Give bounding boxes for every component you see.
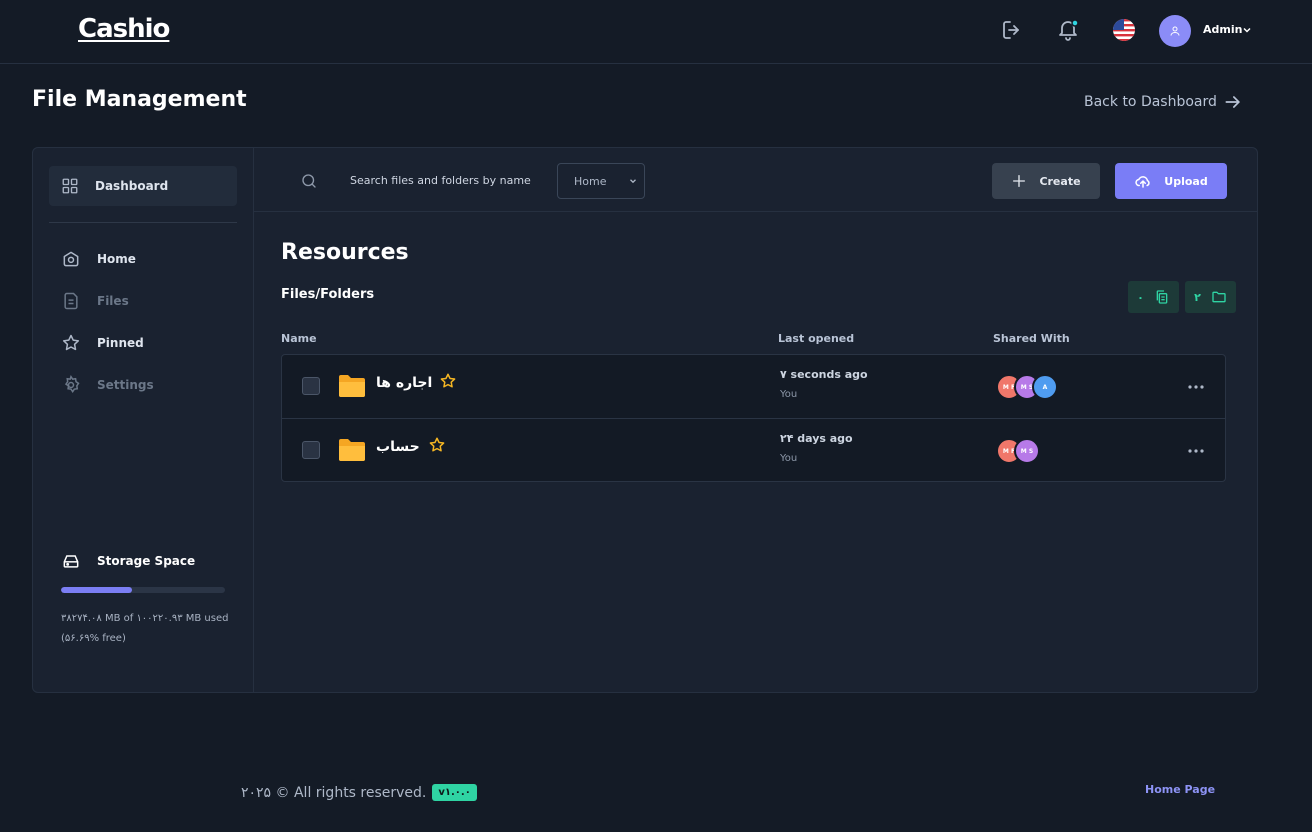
sidebar-item-label: Home <box>97 252 136 266</box>
user-icon <box>1170 26 1180 36</box>
sidebar-item-dashboard[interactable]: Dashboard <box>49 166 237 206</box>
search-input[interactable] <box>350 170 550 190</box>
table-row[interactable]: حساب ۲۴ days ago You M F M S <box>282 418 1225 481</box>
section-title: Resources <box>281 240 409 265</box>
search-icon[interactable] <box>300 172 318 190</box>
file-name[interactable]: اجاره ها <box>376 375 432 391</box>
top-bar: Cashio Admin <box>0 0 1312 64</box>
star-icon[interactable] <box>439 372 457 390</box>
arrow-right-icon <box>1225 96 1240 108</box>
location-select-value: Home <box>574 174 607 188</box>
create-button[interactable]: Create <box>992 163 1100 199</box>
files-icon <box>64 292 78 310</box>
files-table: اجاره ها ۷ seconds ago You M F M S A حسا… <box>281 354 1226 482</box>
folder-outline-icon <box>1212 291 1226 303</box>
location-select[interactable]: Home <box>557 163 645 199</box>
upload-button[interactable]: Upload <box>1115 163 1227 199</box>
sidebar-item-label: Files <box>97 294 129 308</box>
back-link-label: Back to Dashboard <box>1084 94 1217 110</box>
logo[interactable]: Cashio <box>78 14 170 44</box>
copy-files-icon <box>1156 290 1168 304</box>
storage-title-label: Storage Space <box>97 554 196 568</box>
file-manager-card: Dashboard Home Files Pinned Settings Sto… <box>32 147 1258 693</box>
cloud-upload-icon <box>1135 176 1150 188</box>
home-icon <box>63 251 79 267</box>
back-to-dashboard-link[interactable]: Back to Dashboard <box>1084 92 1243 112</box>
footer-copyright: ۲۰۲۵ © All rights reserved. v۱.۰.۰ <box>241 784 477 801</box>
last-opened-time: ۷ seconds ago <box>780 368 868 381</box>
gear-icon <box>64 375 80 394</box>
user-name[interactable]: Admin <box>1203 23 1242 36</box>
toolbar: Home Create Upload <box>254 148 1257 212</box>
bell-icon[interactable] <box>1056 18 1080 42</box>
file-count: ۰ <box>1137 290 1144 304</box>
copyright-text: ۲۰۲۵ © All rights reserved. <box>241 784 427 801</box>
sidebar-divider <box>49 222 237 223</box>
sidebar-item-label: Pinned <box>97 336 144 350</box>
folder-icon <box>339 375 365 397</box>
more-options-icon[interactable] <box>1187 384 1205 390</box>
home-page-link[interactable]: Home Page <box>1145 783 1215 796</box>
logout-icon[interactable] <box>1000 18 1024 42</box>
last-opened-by: You <box>780 453 798 464</box>
sidebar-item-files[interactable]: Files <box>61 291 129 311</box>
sidebar-item-label: Dashboard <box>95 179 169 193</box>
plus-icon <box>1013 175 1026 187</box>
sidebar-item-home[interactable]: Home <box>61 249 136 269</box>
storage-title: Storage Space <box>61 551 195 571</box>
column-header-shared-with: Shared With <box>993 332 1070 345</box>
upload-button-label: Upload <box>1164 174 1208 188</box>
hard-drive-icon <box>63 555 79 568</box>
star-icon <box>62 334 80 351</box>
storage-progress-bar <box>61 587 225 593</box>
sidebar-item-settings[interactable]: Settings <box>61 375 154 395</box>
more-options-icon[interactable] <box>1187 448 1205 454</box>
chevron-down-icon <box>630 179 637 184</box>
star-icon[interactable] <box>428 436 446 454</box>
create-button-label: Create <box>1039 174 1081 188</box>
column-header-name: Name <box>281 332 317 345</box>
grid-icon <box>62 178 78 194</box>
storage-usage-text: ۳۸۲۷۴.۰۸ MB of ۱۰۰۲۲۰.۹۳ MB used (۵۶.۶۹%… <box>61 613 229 644</box>
sidebar-item-pinned[interactable]: Pinned <box>61 333 144 353</box>
shared-avatar[interactable]: M S <box>1014 438 1040 464</box>
file-name[interactable]: حساب <box>376 439 420 455</box>
us-flag-icon[interactable] <box>1112 18 1136 42</box>
last-opened-by: You <box>780 389 798 400</box>
row-checkbox[interactable] <box>302 377 320 395</box>
storage-progress-fill <box>61 587 133 593</box>
last-opened-time: ۲۴ days ago <box>780 432 853 445</box>
section-subtitle: Files/Folders <box>281 287 375 302</box>
folder-count: ۲ <box>1194 290 1201 304</box>
sidebar-item-label: Settings <box>97 378 154 392</box>
column-header-last-opened: Last opened <box>778 332 855 345</box>
table-row[interactable]: اجاره ها ۷ seconds ago You M F M S A <box>282 355 1225 418</box>
shared-avatar[interactable]: A <box>1032 374 1058 400</box>
page-title: File Management <box>32 87 247 112</box>
chevron-down-icon[interactable] <box>1241 24 1253 36</box>
version-badge: v۱.۰.۰ <box>432 784 477 801</box>
row-checkbox[interactable] <box>302 441 320 459</box>
folder-count-badge: ۲ <box>1185 281 1236 313</box>
user-avatar[interactable] <box>1159 15 1191 47</box>
file-count-badge: ۰ <box>1128 281 1179 313</box>
sidebar: Dashboard Home Files Pinned Settings Sto… <box>33 148 254 692</box>
folder-icon <box>339 439 365 461</box>
